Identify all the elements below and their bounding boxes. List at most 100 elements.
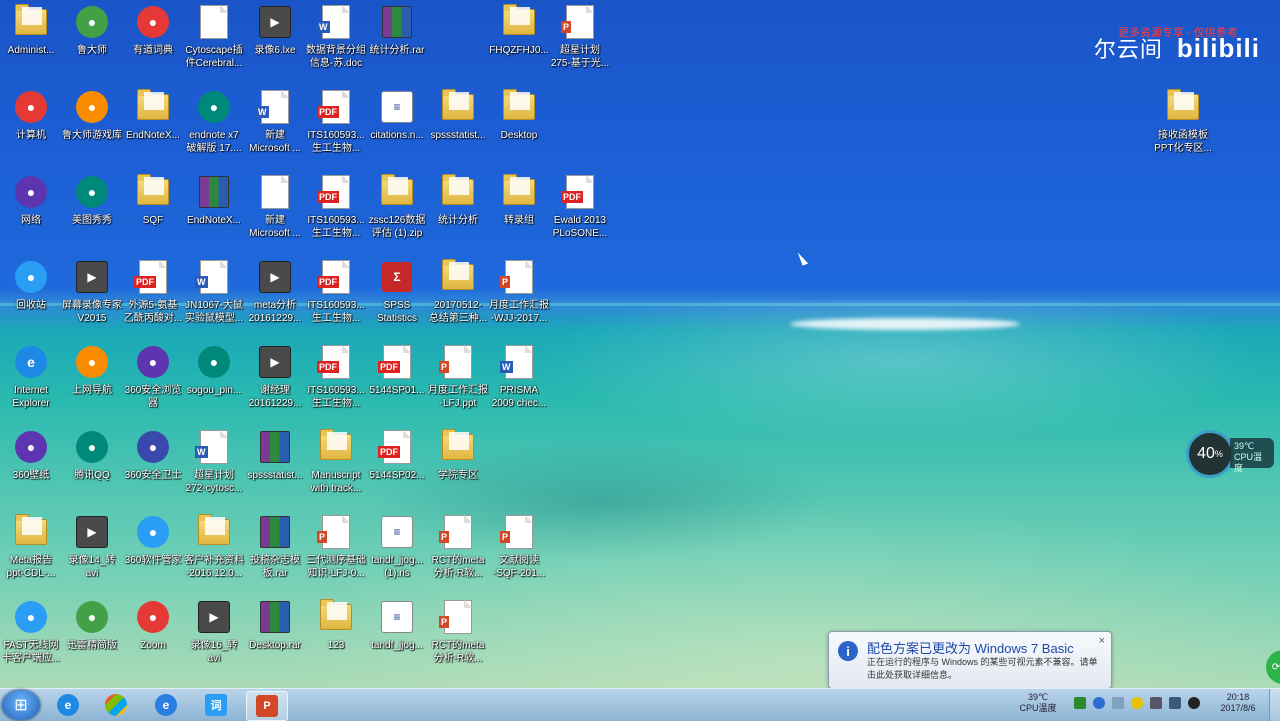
desktop-icon[interactable]: 转录组 (488, 170, 550, 255)
desktop-icon[interactable]: W PRISMA 2009 chec... (488, 340, 550, 425)
desktop-icon[interactable]: ● Zoom (122, 595, 184, 680)
desktop-icon[interactable]: Manuscript with track... (305, 425, 367, 510)
desktop-icon[interactable]: ▶ 录像6.lxe (244, 0, 306, 85)
tray-temp-value: 39℃ (1027, 692, 1049, 702)
side-widget-icon[interactable]: ⟳ (1266, 650, 1280, 684)
desktop-icon[interactable]: ● 鲁大师游戏库 (61, 85, 123, 170)
desktop-icon[interactable]: ● 美图秀秀 (61, 170, 123, 255)
desktop-icon[interactable]: PDF ITS160593... 生工生物... (305, 255, 367, 340)
desktop-icon[interactable]: ≡ citations.n... (366, 85, 428, 170)
windows-explorer-taskbar-icon[interactable] (96, 691, 136, 719)
desktop-icon[interactable]: ● sogou_pin... (183, 340, 245, 425)
desktop-icon[interactable]: ● 360安全卫士 (122, 425, 184, 510)
desktop-icon[interactable]: ● 计算机 (0, 85, 62, 170)
rar-icon (257, 514, 293, 550)
desktop-icon[interactable]: EndNoteX... (122, 85, 184, 170)
desktop-icon[interactable]: PDF 外源5-氨基 乙酰丙酸对... (122, 255, 184, 340)
clock[interactable]: 20:18 2017/8/6 (1210, 692, 1266, 714)
ie-taskbar-icon[interactable]: e (48, 691, 88, 719)
desktop-icon[interactable]: ● 鲁大师 (61, 0, 123, 85)
bluetooth-tray-icon[interactable] (1093, 697, 1105, 709)
desktop-icon[interactable]: 123 (305, 595, 367, 680)
desktop-icon[interactable]: P 三代测序基础 知识-LFJ-0... (305, 510, 367, 595)
browser-taskbar-icon[interactable]: e (146, 691, 186, 719)
desktop-icon[interactable]: PDF ITS160593... 生工生物... (305, 340, 367, 425)
cpu-widget[interactable]: 40% 39℃ CPU温度 (1186, 430, 1276, 478)
start-button[interactable]: ⊞ (2, 690, 40, 720)
close-icon[interactable]: × (1099, 635, 1105, 647)
desktop-icon[interactable]: 客户补充资料 -2016.12.0... (183, 510, 245, 595)
desktop-icon[interactable]: ● FAST无线网 卡客户端应... (0, 595, 62, 680)
desktop-icon[interactable]: PDF ITS160593... 生工生物... (305, 85, 367, 170)
network-tray-icon[interactable] (1074, 697, 1086, 709)
desktop-icon[interactable]: 20170512- 总结第三种... (427, 255, 489, 340)
youdao-taskbar-icon[interactable]: 词 (196, 691, 236, 719)
desktop-icon[interactable]: EndNoteX... (183, 170, 245, 255)
desktop-icon[interactable]: P 超星计划 275-基于光... (549, 0, 611, 85)
qq-tray-icon[interactable] (1188, 697, 1200, 709)
desktop-icon[interactable]: ● 迅雷精简版 (61, 595, 123, 680)
desktop-icon[interactable]: ≡ tandf_jjog... (1).ris (366, 510, 428, 595)
desktop-icon-label: tandf_jjog... (1).ris (371, 555, 423, 579)
desktop-icon[interactable]: ▶ 屏幕录像专家 V2015 (61, 255, 123, 340)
desktop-icon[interactable]: SQF (122, 170, 184, 255)
desktop-icon[interactable]: 统计分析 (427, 170, 489, 255)
desktop-icon[interactable]: PDF 5144SP01... (366, 340, 428, 425)
desktop-icon[interactable]: ▶ meta分析 20161229... (244, 255, 306, 340)
desktop-icon[interactable]: 接收函模板 PPT化专区... (1152, 85, 1214, 170)
ie-icon: e (13, 344, 49, 380)
desktop-icon[interactable]: PDF Ewald 2013 PLoSONE... (549, 170, 611, 255)
desktop-icon-label: 数据背景分组 信息-苏.doc (306, 45, 366, 69)
desktop-icon[interactable]: ● 网络 (0, 170, 62, 255)
notification-balloon[interactable]: i 配色方案已更改为 Windows 7 Basic 正在运行的程序与 Wind… (828, 631, 1112, 698)
desktop-icon-label: JN1067-大鼠 实验鼠模型... (184, 300, 244, 324)
desktop-icon[interactable]: spssstatist... (244, 425, 306, 510)
desktop-icon[interactable]: PDF ITS160593... 生工生物... (305, 170, 367, 255)
desktop-icon-label: spssstatist... (247, 470, 303, 481)
desktop-icon[interactable]: ● endnote x7 破解版 17.... (183, 85, 245, 170)
volume-tray-icon[interactable] (1150, 697, 1162, 709)
desktop-icon[interactable]: 投稿杂志模 板.rar (244, 510, 306, 595)
desktop-icon[interactable]: e Internet Explorer (0, 340, 62, 425)
security-tray-icon[interactable] (1131, 697, 1143, 709)
desktop-icon[interactable]: ● 360壁纸 (0, 425, 62, 510)
desktop-icon-label: 月度工作汇报 -LFJ.ppt (428, 385, 488, 409)
desktop-icon[interactable]: W JN1067-大鼠 实验鼠模型... (183, 255, 245, 340)
desktop-icon[interactable]: P 月度工作汇报 -LFJ.ppt (427, 340, 489, 425)
desktop-icon[interactable]: P RCT的meta 分析-R软... (427, 510, 489, 595)
desktop-icon[interactable]: Desktop (488, 85, 550, 170)
desktop-icon[interactable]: ● 有道词典 (122, 0, 184, 85)
desktop-icon[interactable]: P RCT的meta 分析-R软... (427, 595, 489, 680)
desktop-icon[interactable]: ▶ 录像14_转 avi (61, 510, 123, 595)
desktop-icon[interactable]: W 数据背景分组 信息-苏.doc (305, 0, 367, 85)
powerpoint-taskbar-icon[interactable]: P (246, 691, 288, 721)
usb-tray-icon[interactable] (1112, 697, 1124, 709)
desktop-icon[interactable]: 新建 Microsoft ... (244, 170, 306, 255)
desktop-icon[interactable]: ▶ 录像16_转 avi (183, 595, 245, 680)
desktop-icon[interactable]: Cytoscape插 件Cerebral... (183, 0, 245, 85)
desktop-icon[interactable]: P 月度工作汇报 -WJJ-2017... (488, 255, 550, 340)
desktop-icon[interactable]: 统计分析.rar (366, 0, 428, 85)
desktop-icon[interactable]: ▶ 谢经理 20161229... (244, 340, 306, 425)
desktop-icon[interactable]: W 新建 Microsoft ... (244, 85, 306, 170)
desktop-icon[interactable]: ● 360软件管家 (122, 510, 184, 595)
desktop-icon[interactable]: Σ SPSS Statistics (366, 255, 428, 340)
tray-icon-misc[interactable] (1169, 697, 1181, 709)
desktop-icon[interactable]: FHQZFHJ0... (488, 0, 550, 85)
desktop-icon[interactable]: Administ... (0, 0, 62, 85)
desktop-icon[interactable]: spssstatist... (427, 85, 489, 170)
desktop-icon[interactable]: 学院专区 (427, 425, 489, 510)
desktop-icon[interactable]: ● 上网导航 (61, 340, 123, 425)
desktop-icon[interactable]: ● 腾讯QQ (61, 425, 123, 510)
desktop-icon[interactable]: PDF 5144SP02... (366, 425, 428, 510)
desktop-icon[interactable]: zssc126数据 评估 (1).zip (366, 170, 428, 255)
desktop-icon[interactable]: ● 回收站 (0, 255, 62, 340)
desktop-icon[interactable]: P 文献阅读 -SQF-201... (488, 510, 550, 595)
show-desktop-button[interactable] (1269, 689, 1280, 721)
desktop-icon[interactable]: ≡ tandf_jjog... (366, 595, 428, 680)
desktop-icon[interactable]: Meta报告 ppt-CDL-... (0, 510, 62, 595)
folder-icon (440, 89, 476, 125)
desktop-icon[interactable]: W 超星计划 272-cytosc... (183, 425, 245, 510)
desktop-icon[interactable]: ● 360安全浏览 器 (122, 340, 184, 425)
desktop-icon[interactable]: Desktop.rar (244, 595, 306, 680)
